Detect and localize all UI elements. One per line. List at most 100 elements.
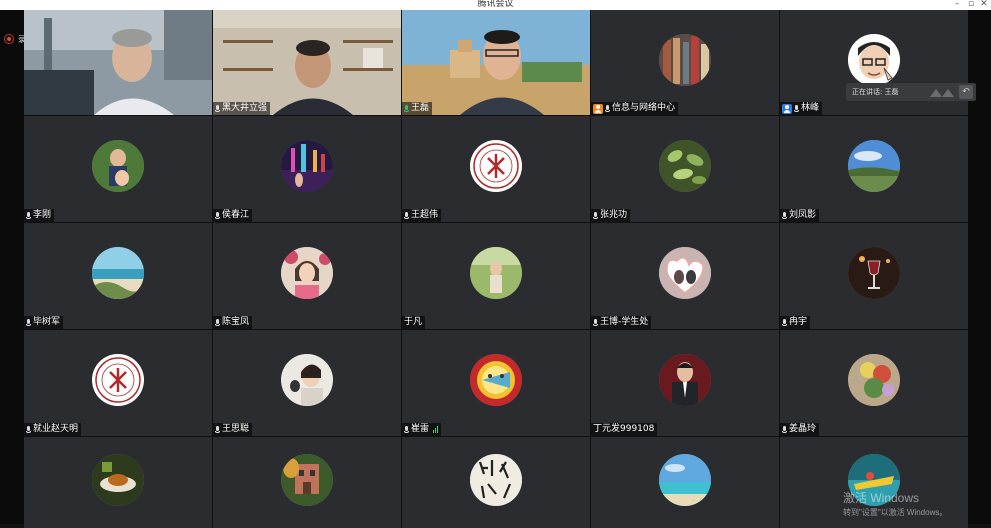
participant-name: 王博-学生处 — [600, 317, 649, 327]
windows-activation-watermark: 激活 Windows 转到"设置"以激活 Windows。 — [843, 489, 947, 518]
participant-name: 冉宇 — [789, 317, 808, 327]
microphone-icon — [593, 318, 598, 327]
participant-video — [213, 10, 401, 115]
participant-avatar — [659, 33, 711, 86]
participant-avatar — [281, 140, 333, 192]
participant-tile[interactable]: 王磊 — [402, 10, 590, 115]
participant-tile[interactable]: 冉宇 — [780, 223, 968, 329]
participant-tile[interactable]: 刘凤影 — [780, 116, 968, 222]
microphone-icon — [782, 318, 787, 327]
participant-tile[interactable] — [213, 437, 401, 528]
participant-nameplate: 丁元发999108 — [591, 423, 658, 436]
participant-tile[interactable] — [591, 437, 779, 528]
participant-name: 崔雷 — [411, 424, 430, 434]
collapse-icon[interactable]: ↶ — [959, 85, 973, 99]
participant-avatar — [281, 453, 333, 506]
participant-avatar — [281, 247, 333, 299]
participant-tile[interactable]: 王超伟 — [402, 116, 590, 222]
participant-avatar — [92, 354, 144, 406]
participant-name: 李刚 — [33, 210, 52, 220]
participant-nameplate: 毕树军 — [24, 316, 64, 329]
microphone-icon — [404, 211, 409, 220]
title-bar: 腾讯会议 – ▫ ✕ — [0, 0, 991, 10]
participant-grid: 黑大井立强 王磊 信息与网络中心 林峰 李刚 侯春江 王超伟 张兆功 刘凤影 毕… — [24, 10, 968, 528]
participant-name: 信息与网络中心 — [612, 103, 676, 113]
microphone-icon — [782, 425, 787, 434]
microphone-icon — [605, 104, 610, 113]
participant-tile[interactable]: 就业赵天明 — [24, 330, 212, 436]
participant-name: 就业赵天明 — [33, 424, 79, 434]
active-speaker-indicator: 正在讲话: 王磊 ↶ — [846, 83, 976, 101]
participant-tile[interactable]: 王思聪 — [213, 330, 401, 436]
participant-avatar — [470, 453, 522, 506]
participant-avatar — [848, 33, 900, 86]
microphone-icon — [26, 318, 31, 327]
participant-name: 于凡 — [404, 317, 423, 327]
participant-video — [24, 10, 212, 115]
participant-name: 刘凤影 — [789, 210, 817, 220]
participant-video — [402, 10, 590, 115]
participant-nameplate: 姜晶玲 — [780, 423, 820, 436]
participant-avatar — [848, 140, 900, 192]
participant-tile[interactable]: 姜晶玲 — [780, 330, 968, 436]
participant-tile[interactable] — [402, 437, 590, 528]
participant-tile[interactable]: 张兆功 — [591, 116, 779, 222]
participant-tile[interactable] — [24, 437, 212, 528]
participant-nameplate: 冉宇 — [780, 316, 811, 329]
participant-tile[interactable]: 于凡 — [402, 223, 590, 329]
participant-tile[interactable]: 李刚 — [24, 116, 212, 222]
participant-tile[interactable]: 陈宝凤 — [213, 223, 401, 329]
minimize-button[interactable]: – — [950, 0, 964, 10]
participant-nameplate: 信息与网络中心 — [591, 102, 679, 115]
participant-name: 陈宝凤 — [222, 317, 250, 327]
participant-nameplate: 崔雷 — [402, 423, 442, 436]
signal-strength-icon — [433, 426, 439, 433]
microphone-active-icon — [404, 104, 409, 113]
participant-avatar — [92, 453, 144, 506]
participant-nameplate: 王磊 — [402, 102, 433, 115]
microphone-icon — [26, 425, 31, 434]
participant-name: 黑大井立强 — [222, 103, 268, 113]
participant-tile[interactable]: 黑大井立强 — [213, 10, 401, 115]
participant-name: 张兆功 — [600, 210, 628, 220]
participant-tile[interactable]: 王博-学生处 — [591, 223, 779, 329]
microphone-icon — [26, 211, 31, 220]
participant-tile[interactable]: 侯春江 — [213, 116, 401, 222]
participant-tile[interactable] — [24, 10, 212, 115]
participant-tile[interactable]: 信息与网络中心 — [591, 10, 779, 115]
microphone-icon — [794, 104, 799, 113]
left-panel: 录 — [0, 10, 26, 524]
participant-nameplate: 张兆功 — [591, 209, 631, 222]
participant-nameplate: 陈宝凤 — [213, 316, 253, 329]
participant-nameplate: 李刚 — [24, 209, 55, 222]
user-role-icon — [782, 103, 792, 114]
restore-button[interactable]: ▫ — [964, 0, 978, 10]
participant-tile[interactable]: 丁元发999108 — [591, 330, 779, 436]
participant-avatar — [659, 453, 711, 506]
participant-nameplate: 黑大井立强 — [213, 102, 271, 115]
record-icon[interactable] — [4, 34, 14, 44]
participant-nameplate: 王超伟 — [402, 209, 442, 222]
participant-nameplate: 就业赵天明 — [24, 423, 82, 436]
microphone-icon — [593, 211, 598, 220]
participant-name: 侯春江 — [222, 210, 250, 220]
participant-nameplate: 王博-学生处 — [591, 316, 652, 329]
active-speaker-label: 正在讲话: 王磊 — [852, 88, 899, 96]
participant-avatar — [470, 354, 522, 406]
participant-avatar — [92, 247, 144, 299]
participant-name: 王磊 — [411, 103, 430, 113]
participant-name: 丁元发999108 — [593, 424, 655, 434]
participant-name: 王思聪 — [222, 424, 250, 434]
microphone-icon — [215, 211, 220, 220]
participant-name: 王超伟 — [411, 210, 439, 220]
participant-name: 毕树军 — [33, 317, 61, 327]
watermark-line-1: 激活 Windows — [843, 491, 920, 505]
participant-tile[interactable]: 崔雷 — [402, 330, 590, 436]
microphone-icon — [215, 318, 220, 327]
participant-avatar — [848, 354, 900, 406]
microphone-icon — [782, 211, 787, 220]
university-seal-icon — [470, 140, 522, 192]
microphone-icon — [404, 425, 409, 434]
close-button[interactable]: ✕ — [977, 0, 991, 10]
participant-tile[interactable]: 毕树军 — [24, 223, 212, 329]
